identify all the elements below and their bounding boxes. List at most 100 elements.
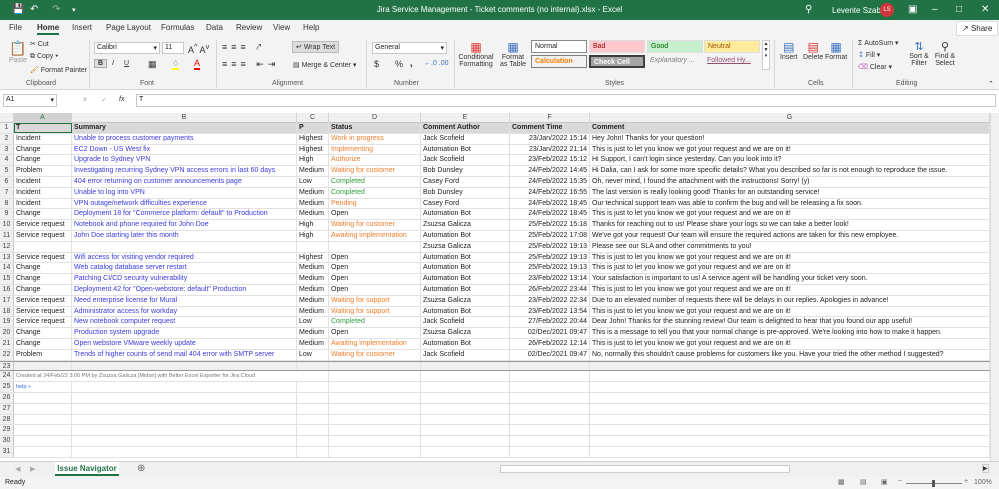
cell-comment[interactable]: This is just to let you know we got your… [590, 209, 990, 220]
cell-comment-author[interactable]: Jack Scofield [421, 155, 510, 166]
row-header[interactable]: 27 [0, 403, 14, 414]
style-explanatory[interactable]: Explanatory ... [647, 55, 703, 68]
maximize-icon[interactable]: □ [956, 4, 962, 15]
column-header-a[interactable]: A [14, 113, 72, 123]
cell-priority[interactable] [297, 425, 329, 436]
row-header[interactable]: 8 [0, 198, 14, 209]
cell-comment-author[interactable]: Automation Bot [421, 285, 510, 295]
cell-summary[interactable] [72, 436, 297, 446]
vertical-align-icons[interactable]: ≡≡≡ ⤤ [222, 42, 265, 53]
cell-status[interactable]: Waiting for support [329, 295, 421, 306]
worksheet-grid[interactable]: 1 T Summary P Status Comment Author Comment Ti… [0, 123, 990, 461]
row-header[interactable]: 6 [0, 177, 14, 187]
cell-comment-time[interactable] [510, 414, 590, 425]
cell-priority[interactable] [297, 241, 329, 252]
row-header[interactable]: 18 [0, 306, 14, 317]
cell-comment-time[interactable] [510, 361, 590, 371]
row-header[interactable]: 3 [0, 144, 14, 155]
cell-comment-author[interactable]: Automation Bot [421, 144, 510, 155]
fill-color-icon[interactable]: ♢ [172, 59, 180, 70]
cell-summary[interactable] [72, 414, 297, 425]
header-comment-time[interactable]: Comment Time [510, 123, 590, 133]
cell-priority[interactable] [297, 371, 329, 382]
cell-priority[interactable] [297, 447, 329, 457]
cell-comment[interactable]: Please see our SLA and other commitments… [590, 241, 990, 252]
cell-type[interactable]: Service request [14, 231, 72, 241]
cell-status[interactable]: Completed [329, 317, 421, 328]
header-status[interactable]: Status [329, 123, 421, 133]
cell-type[interactable]: Change [14, 285, 72, 295]
scroll-right-icon[interactable]: ▶ [30, 465, 35, 473]
cell-priority[interactable]: Medium [297, 263, 329, 274]
cell-comment-time[interactable]: 26/Feb/2022 12:14 [510, 339, 590, 349]
row-header[interactable]: 28 [0, 414, 14, 425]
sheet-tab-issue-navigator[interactable]: Issue Navigator [55, 462, 119, 476]
cell-status[interactable] [329, 403, 421, 414]
cell-comment-author[interactable] [421, 382, 510, 392]
cell-summary[interactable]: Need enterprise license for Mural [72, 295, 297, 306]
cell-comment[interactable]: Thanks for reaching out to us! Please sh… [590, 220, 990, 230]
cell-comment-time[interactable] [510, 447, 590, 457]
cell-comment[interactable] [590, 425, 990, 436]
row-header[interactable]: 22 [0, 349, 14, 360]
cell-status[interactable] [329, 382, 421, 392]
cell-comment-time[interactable]: 25/Feb/2022 19:13 [510, 263, 590, 274]
cell-summary[interactable]: Patching CI/CD security vulnerability [72, 274, 297, 284]
column-header-b[interactable]: B [72, 113, 297, 123]
row-header[interactable]: 26 [0, 393, 14, 403]
insert-cells-button[interactable]: ▤ Insert [780, 40, 798, 61]
cell-priority[interactable] [297, 382, 329, 392]
cell-priority[interactable]: Medium [297, 285, 329, 295]
cell-comment[interactable] [590, 361, 990, 371]
cell-type[interactable] [14, 241, 72, 252]
tab-view[interactable]: View [273, 23, 290, 32]
cell-comment[interactable] [590, 414, 990, 425]
cell-comment-author[interactable]: Automation Bot [421, 209, 510, 220]
cell-comment-author[interactable]: Zsuzsa Galicza [421, 295, 510, 306]
row-header[interactable]: 19 [0, 317, 14, 328]
cell-summary[interactable]: Open webstore VMware weekly update [72, 339, 297, 349]
header-comment-author[interactable]: Comment Author [421, 123, 510, 133]
cell-summary[interactable]: New notebook computer request [72, 317, 297, 328]
tab-page-layout[interactable]: Page Layout [106, 23, 151, 32]
cell-comment-time[interactable] [510, 393, 590, 403]
cell-status[interactable] [329, 361, 421, 371]
cell-type[interactable]: Service request [14, 220, 72, 230]
cell-summary[interactable]: EC2 Down - US West fix [72, 144, 297, 155]
cell-comment[interactable] [590, 436, 990, 446]
row-header[interactable]: 25 [0, 382, 14, 392]
style-bad[interactable]: Bad [589, 40, 645, 53]
row-header[interactable]: 29 [0, 425, 14, 436]
cell-summary[interactable]: Notebook and phone required for John Doe [72, 220, 297, 230]
cell-comment-time[interactable]: 23/Feb/2022 13:54 [510, 306, 590, 317]
cell-type[interactable]: Change [14, 263, 72, 274]
cell-type[interactable]: Service request [14, 295, 72, 306]
row-header[interactable]: 4 [0, 155, 14, 166]
cell-priority[interactable]: Medium [297, 209, 329, 220]
cell-summary[interactable] [72, 241, 297, 252]
number-format-select[interactable]: General ▾ [372, 42, 447, 54]
find-select-button[interactable]: ⚲ Find & Select [932, 40, 958, 67]
font-color-icon[interactable]: A [194, 58, 201, 70]
cell-priority[interactable]: Low [297, 177, 329, 187]
cell-type[interactable] [14, 436, 72, 446]
tab-review[interactable]: Review [236, 23, 262, 32]
clear-button[interactable]: ⌫ Clear ▾ [858, 63, 892, 71]
header-summary[interactable]: Summary [72, 123, 297, 133]
cell-priority[interactable] [297, 436, 329, 446]
cell-comment[interactable]: Hi Dalia, can I ask for some more specif… [590, 166, 990, 176]
style-calculation[interactable]: Calculation [531, 55, 587, 68]
sort-filter-button[interactable]: ⇅ Sort & Filter [906, 40, 932, 67]
cell-type[interactable]: Problem [14, 349, 72, 360]
row-header[interactable]: 23 [0, 361, 14, 371]
cell-status[interactable]: Completed [329, 177, 421, 187]
cell-type[interactable]: Change [14, 328, 72, 338]
cell-status[interactable]: Authorize [329, 155, 421, 166]
style-check-cell[interactable]: Check Cell [589, 55, 645, 68]
zoom-slider[interactable] [906, 480, 962, 487]
scroll-right-button[interactable]: ▶ [982, 464, 989, 473]
cell-priority[interactable]: Medium [297, 306, 329, 317]
cell-comment-author[interactable] [421, 447, 510, 457]
cell-comment[interactable] [590, 403, 990, 414]
delete-cells-button[interactable]: ▤ Delete [803, 40, 823, 61]
